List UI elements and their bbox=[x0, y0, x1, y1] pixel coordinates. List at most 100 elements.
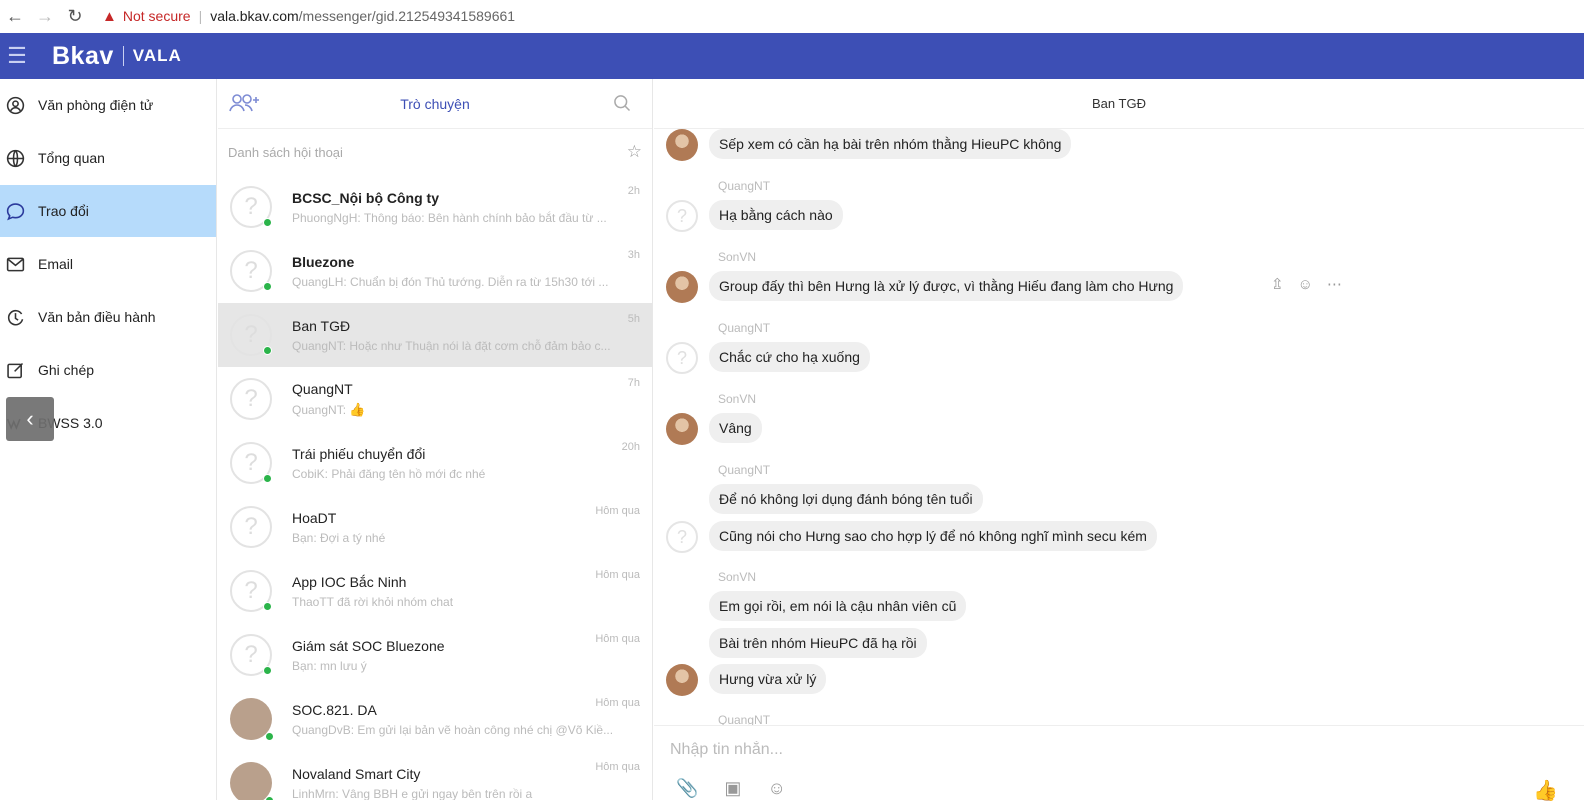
message-sender: SonVN bbox=[718, 392, 757, 406]
sidebar-item-label: Email bbox=[38, 256, 74, 272]
collapse-sidebar-button[interactable]: ‹ bbox=[6, 397, 54, 441]
conversation-item[interactable]: Novaland Smart City LinhMrn: Vâng BBH e g… bbox=[218, 751, 652, 800]
logo-product: VALA bbox=[132, 46, 182, 65]
conversation-preview: CobiK: Phải đăng tên hồ mới đc nhé bbox=[292, 466, 486, 481]
avatar: ? bbox=[666, 200, 698, 232]
chat-panel: Ban TGĐ Sếp xem có cần hạ bài trên nhóm … bbox=[654, 79, 1584, 803]
sidebar-item-label: Văn phòng điện tử bbox=[38, 97, 154, 113]
sidebar-item-label: Tổng quan bbox=[38, 150, 105, 166]
app-header: ☰ Bkav VALA bbox=[0, 33, 1584, 79]
sidebar-item-chat[interactable]: Trao đổi bbox=[0, 185, 216, 237]
online-indicator bbox=[265, 796, 274, 800]
message-bubble[interactable]: Để nó không lợi dụng đánh bóng tên tuổi bbox=[709, 484, 983, 514]
conversation-time: 3h bbox=[627, 249, 640, 261]
star-icon[interactable]: ☆ bbox=[627, 142, 642, 162]
conversation-name: BCSC_Nội bộ Công ty bbox=[292, 189, 439, 206]
note-icon bbox=[4, 359, 26, 381]
conversation-time: 20h bbox=[621, 441, 640, 453]
avatar bbox=[230, 698, 274, 741]
app-logo[interactable]: Bkav VALA bbox=[52, 42, 182, 71]
conversation-item[interactable]: ? BCSC_Nội bộ Công ty PhuongNgH: Thông bá… bbox=[218, 175, 652, 239]
avatar: ? bbox=[230, 634, 272, 676]
address-bar[interactable]: ▲ Not secure | vala.bkav.com/messenger/g… bbox=[102, 8, 515, 25]
emoji-icon[interactable]: ☺ bbox=[767, 778, 785, 799]
online-indicator bbox=[263, 346, 272, 355]
not-secure-label: Not secure bbox=[122, 8, 191, 24]
avatar: ? bbox=[230, 250, 272, 292]
online-indicator bbox=[263, 666, 272, 675]
message-bubble[interactable]: Vâng bbox=[709, 413, 762, 443]
conversation-item[interactable]: ? Giám sát SOC Bluezone Bạn: mn lưu ý Hôm… bbox=[218, 623, 652, 687]
sidebar-item-documents[interactable]: Văn bản điều hành bbox=[0, 291, 216, 343]
search-icon[interactable] bbox=[612, 93, 632, 118]
menu-icon[interactable]: ☰ bbox=[0, 33, 34, 79]
avatar bbox=[666, 664, 698, 696]
message-bubble[interactable]: Em gọi rồi, em nói là cậu nhân viên cũ bbox=[709, 591, 967, 621]
avatar: ? bbox=[230, 570, 272, 612]
conversation-item[interactable]: ? Trái phiếu chuyển đổi CobiK: Phải đăng … bbox=[218, 431, 652, 495]
sidebar-item-overview[interactable]: Tổng quan bbox=[0, 132, 216, 184]
message-input[interactable] bbox=[668, 736, 1468, 764]
back-icon[interactable]: ← bbox=[0, 0, 30, 32]
left-sidebar: Văn phòng điện tử Tổng quan Trao đổi Ema… bbox=[0, 79, 217, 800]
logo-divider bbox=[122, 46, 124, 66]
sidebar-item-email[interactable]: Email bbox=[0, 238, 216, 290]
conversation-list-panel: Trò chuyện Danh sách hội thoại ☆ ? BCSC_… bbox=[218, 79, 653, 800]
conversation-preview: Bạn: Đợi a tý nhé bbox=[292, 530, 386, 545]
warning-icon: ▲ bbox=[102, 7, 117, 25]
message-list[interactable]: Sếp xem có cần hạ bài trên nhóm thằng Hi… bbox=[654, 129, 1584, 725]
avatar: ? bbox=[666, 521, 698, 553]
add-group-icon[interactable] bbox=[228, 92, 262, 119]
message-bubble[interactable]: Hạ bằng cách nào bbox=[709, 200, 843, 230]
image-icon[interactable]: ▣ bbox=[724, 778, 741, 799]
conversation-preview: QuangNT: 👍 bbox=[292, 402, 622, 418]
conversation-item[interactable]: ? App IOC Bắc Ninh ThaoTT đã rời khỏi nhó… bbox=[218, 559, 652, 623]
forward-icon[interactable]: → bbox=[30, 0, 60, 32]
document-flow-icon bbox=[4, 306, 26, 328]
chat-icon bbox=[4, 200, 26, 222]
browser-toolbar: ← → ↻ ▲ Not secure | vala.bkav.com/messe… bbox=[0, 0, 1584, 32]
emoji-reaction-icon[interactable]: ☺ bbox=[1298, 276, 1313, 293]
avatar: ? bbox=[666, 342, 698, 374]
message-bubble[interactable]: Chắc cứ cho hạ xuống bbox=[709, 342, 870, 372]
conversation-item[interactable]: SOC.821. DA QuangDvB: Em gửi lại bản vẽ h… bbox=[218, 687, 652, 751]
online-indicator bbox=[263, 474, 272, 483]
composer-toolbar: 📎 ▣ ☺ bbox=[676, 778, 786, 799]
avatar: ? bbox=[230, 378, 272, 420]
message-bubble[interactable]: Hưng vừa xử lý bbox=[709, 664, 827, 694]
sidebar-item-office[interactable]: Văn phòng điện tử bbox=[0, 79, 216, 131]
conversation-item[interactable]: ? QuangNT QuangNT: 👍 7h bbox=[218, 367, 652, 431]
avatar bbox=[666, 413, 698, 445]
message-composer: 📎 ▣ ☺ 👍 bbox=[654, 725, 1584, 803]
online-indicator bbox=[263, 602, 272, 611]
online-indicator bbox=[263, 218, 272, 227]
more-icon[interactable]: ⋯ bbox=[1327, 275, 1342, 293]
attachment-icon[interactable]: 📎 bbox=[676, 778, 698, 799]
reload-icon[interactable]: ↻ bbox=[60, 0, 90, 32]
conversation-time: 7h bbox=[627, 377, 640, 389]
message-bubble[interactable]: Group đấy thì bên Hưng là xử lý được, vì… bbox=[709, 271, 1184, 301]
conversation-time: 5h bbox=[627, 313, 640, 325]
message-actions: ⇫ ☺ ⋯ bbox=[1271, 275, 1342, 294]
conversation-time: Hôm qua bbox=[595, 505, 640, 517]
message-bubble[interactable]: Cũng nói cho Hưng sao cho hợp lý để nó k… bbox=[709, 521, 1157, 551]
like-icon[interactable]: 👍 bbox=[1533, 778, 1558, 803]
conversation-item-active[interactable]: ? Ban TGĐ QuangNT: Hoặc như Thuận nói là … bbox=[218, 303, 652, 367]
preview-text: QuangNT: bbox=[292, 402, 347, 417]
conversation-preview: ThaoTT đã rời khỏi nhóm chat bbox=[292, 594, 454, 609]
conversation-time: Hôm qua bbox=[595, 697, 640, 709]
conversation-time: Hôm qua bbox=[595, 633, 640, 645]
conversation-item[interactable]: ? HoaDT Bạn: Đợi a tý nhé Hôm qua bbox=[218, 495, 652, 559]
message-bubble[interactable]: Bài trên nhóm HieuPC đã hạ rồi bbox=[709, 628, 927, 658]
share-icon[interactable]: ⇫ bbox=[1271, 275, 1284, 293]
conversation-time: 2h bbox=[627, 185, 640, 197]
sidebar-item-notes[interactable]: Ghi chép bbox=[0, 344, 216, 396]
avatar: ? bbox=[230, 186, 272, 228]
conversation-list-header: Trò chuyện bbox=[218, 79, 652, 129]
avatar bbox=[230, 762, 274, 800]
conversation-preview: Bạn: mn lưu ý bbox=[292, 658, 367, 673]
conversation-item[interactable]: ? Bluezone QuangLH: Chuẩn bị đón Thủ tướn… bbox=[218, 239, 652, 303]
message-bubble[interactable]: Sếp xem có cần hạ bài trên nhóm thằng Hi… bbox=[709, 129, 1072, 159]
avatar bbox=[666, 129, 698, 161]
avatar bbox=[666, 271, 698, 303]
